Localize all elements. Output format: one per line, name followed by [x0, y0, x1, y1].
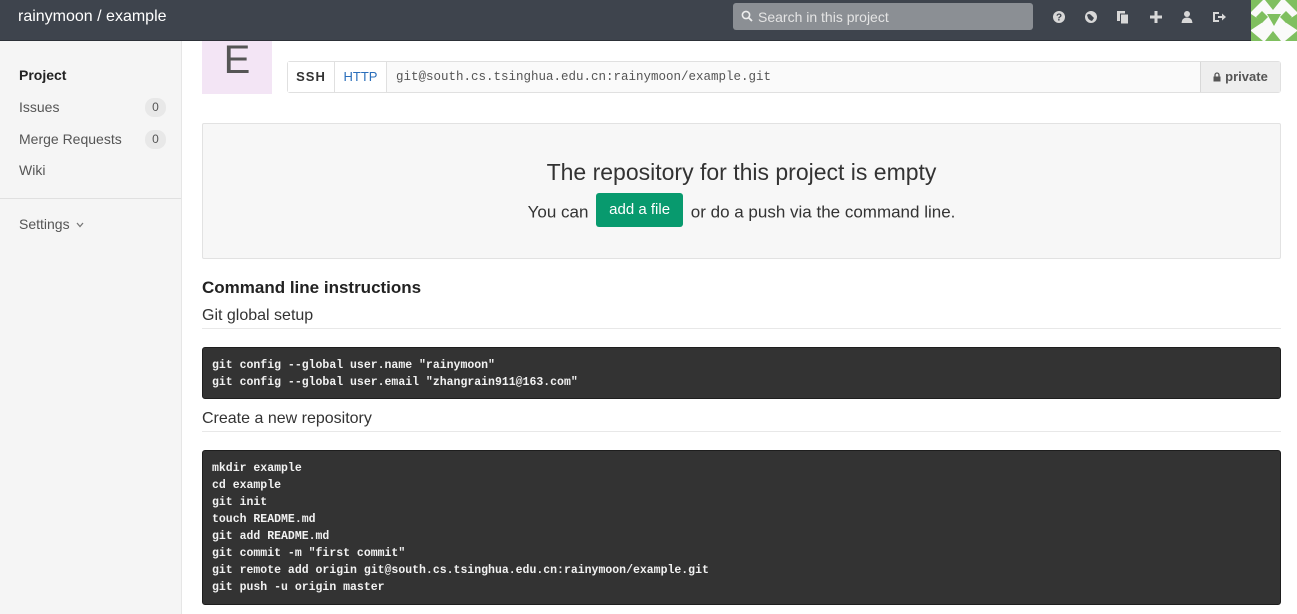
user-icon[interactable] — [1179, 9, 1195, 25]
http-clone-button[interactable]: HTTP — [335, 62, 387, 92]
identicon-image — [1251, 0, 1297, 41]
sidebar: Project Issues 0 Merge Requests 0 Wiki S… — [0, 41, 182, 614]
help-icon[interactable]: ? — [1051, 9, 1067, 25]
new-repository-title: Create a new repository — [202, 410, 372, 427]
sidebar-item-label: Project — [19, 67, 67, 83]
code-line: git push -u origin master — [212, 581, 385, 594]
plus-icon[interactable] — [1148, 9, 1164, 25]
top-navbar: rainymoon / example ? — [0, 0, 1297, 41]
code-line: cd example — [212, 479, 282, 492]
instructions-heading: Command line instructions — [202, 278, 422, 297]
sign-out-icon[interactable] — [1211, 9, 1227, 25]
project-avatar: E — [202, 38, 272, 94]
sidebar-item-label: Merge Requests — [19, 131, 122, 147]
settings-label: Settings — [19, 216, 70, 232]
clone-url-input[interactable] — [388, 62, 1200, 92]
sidebar-item-settings[interactable]: Settings — [19, 216, 84, 232]
search-box[interactable] — [733, 3, 1033, 30]
sidebar-item-merge-requests[interactable]: Merge Requests 0 — [0, 124, 181, 154]
project-avatar-letter: E — [223, 38, 251, 82]
add-file-button[interactable]: add a file — [596, 193, 684, 227]
code-line: git config --global user.name "rainymoon… — [212, 359, 495, 372]
empty-repository-panel: The repository for this project is empty… — [202, 123, 1281, 259]
empty-repository-hint: You can add a file or do a push via the … — [203, 193, 1280, 230]
search-input[interactable] — [758, 5, 1023, 28]
user-avatar[interactable] — [1251, 0, 1297, 41]
sidebar-item-label: Wiki — [19, 162, 46, 178]
clone-url-bar: SSH HTTP private — [287, 61, 1281, 93]
code-line: git remote add origin git@south.cs.tsing… — [212, 564, 709, 577]
global-setup-title: Git global setup — [202, 307, 314, 324]
code-line: git commit -m "first commit" — [212, 547, 406, 560]
ssh-clone-button[interactable]: SSH — [288, 62, 335, 92]
divider — [202, 328, 1281, 329]
code-line: touch README.md — [212, 513, 316, 526]
code-line: git add README.md — [212, 530, 330, 543]
copy-icon[interactable] — [1115, 9, 1131, 25]
issues-count-badge: 0 — [145, 98, 166, 117]
code-line: git init — [212, 496, 268, 509]
lock-icon — [1213, 72, 1221, 82]
sidebar-item-wiki[interactable]: Wiki — [0, 155, 181, 185]
svg-text:?: ? — [1056, 13, 1062, 24]
new-repository-code-block: mkdir example cd example git init touch … — [202, 450, 1281, 605]
empty-repository-title: The repository for this project is empty — [546, 159, 937, 185]
hint-suffix: or do a push via the command line. — [690, 202, 956, 222]
sidebar-item-label: Issues — [19, 99, 60, 115]
sidebar-item-issues[interactable]: Issues 0 — [0, 92, 181, 122]
visibility-badge: private — [1200, 62, 1280, 92]
sidebar-divider — [0, 198, 181, 199]
divider — [202, 431, 1281, 432]
merge-requests-count-badge: 0 — [145, 130, 166, 149]
visibility-label: private — [1225, 69, 1268, 84]
project-title[interactable]: rainymoon / example — [18, 8, 167, 26]
global-setup-code-block: git config --global user.name "rainymoon… — [202, 347, 1281, 399]
code-line: git config --global user.email "zhangrai… — [212, 376, 578, 389]
sidebar-item-project[interactable]: Project — [0, 60, 181, 90]
chevron-down-icon — [76, 222, 84, 228]
hint-prefix: You can — [527, 202, 589, 222]
globe-icon[interactable] — [1083, 9, 1099, 25]
code-line: mkdir example — [212, 462, 302, 475]
search-icon — [741, 10, 753, 22]
